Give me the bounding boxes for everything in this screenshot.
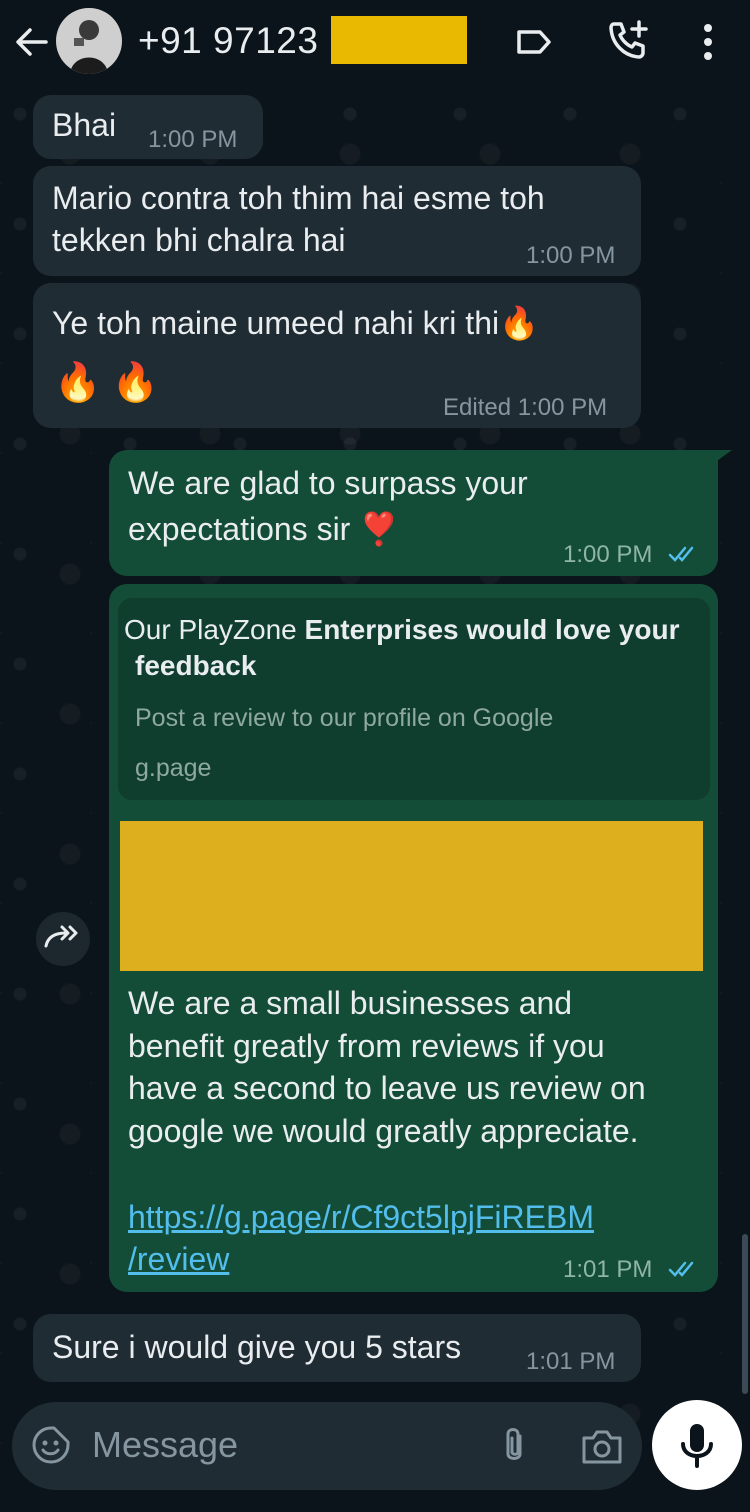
redacted-preview-image [120, 821, 703, 971]
forward-icon [44, 925, 78, 948]
message-text-line: We are glad to surpass your [128, 465, 528, 501]
card-title-bold: feedback [135, 650, 257, 681]
message-text-line: We are a small businesses and [128, 985, 573, 1021]
forward-button[interactable] [36, 912, 90, 966]
message-text-line: google we would greatly appreciate. [128, 1112, 639, 1149]
chat-header: +91 97123 [0, 0, 750, 94]
message-text-line: tekken bhi chalra hai [52, 222, 346, 258]
message-time: 1:00 PM [526, 242, 616, 269]
link-preview-description: Post a review to our profile on Google [135, 704, 554, 732]
message-text-line: have a second to leave us review on [128, 1070, 646, 1106]
message-text: Bhai [52, 107, 117, 143]
heart-emoji: ❣️ [359, 511, 400, 547]
card-title-bold: Enterprises would love your [304, 614, 680, 645]
message-text-line: benefit greatly from reviews if you [128, 1027, 605, 1064]
message-time: 1:00 PM [563, 541, 653, 568]
contact-avatar[interactable] [56, 8, 122, 74]
voice-message-button[interactable] [652, 1400, 742, 1490]
bubble-tail [710, 450, 732, 466]
message-text: Sure i would give you 5 stars [52, 1329, 462, 1365]
double-check-icon [668, 546, 694, 562]
card-title-plain: Our PlayZone [124, 614, 305, 645]
message-edited-time: Edited 1:00 PM [443, 394, 607, 422]
message-time: 1:00 PM [517, 394, 608, 421]
chat-scrollbar[interactable] [742, 1234, 748, 1394]
message-text-line: Ye toh maine umeed nahi kri thi🔥 [52, 302, 539, 344]
link-line[interactable]: https://g.page/r/Cf9ct5lpjFiREBM [128, 1196, 708, 1238]
back-arrow-icon[interactable] [14, 24, 50, 60]
message-body: We are a small businesses and benefit gr… [128, 982, 708, 1152]
attach-icon[interactable] [496, 1424, 532, 1468]
redaction-block [331, 16, 467, 64]
message-input[interactable] [92, 1420, 472, 1470]
fire-emoji: 🔥 [499, 305, 539, 341]
emoji-sticker-icon[interactable] [30, 1424, 72, 1466]
fire-emoji-line: 🔥 🔥 [54, 362, 160, 404]
mic-icon [681, 1424, 713, 1468]
message-text-line: expectations sir ❣️ [128, 508, 399, 550]
message-text-line: Mario contra toh thim hai esme toh [52, 180, 545, 216]
more-vert-icon[interactable] [696, 22, 720, 62]
double-check-icon [668, 1261, 694, 1277]
message-text-content: expectations sir [128, 511, 351, 547]
label-icon[interactable] [514, 24, 554, 60]
message-time: 1:01 PM [526, 1348, 616, 1375]
link-preview-domain: g.page [135, 754, 212, 782]
edited-label: Edited [443, 394, 512, 421]
message-time: 1:01 PM [563, 1256, 653, 1283]
contact-name[interactable]: +91 97123 [138, 20, 318, 62]
add-call-icon[interactable] [606, 18, 650, 62]
camera-icon[interactable] [580, 1426, 624, 1466]
message-time: 1:00 PM [148, 126, 238, 153]
message-text-content: Ye toh maine umeed nahi kri thi [52, 305, 500, 341]
link-preview-title[interactable]: Our PlayZone Enterprises would love your… [124, 612, 704, 684]
